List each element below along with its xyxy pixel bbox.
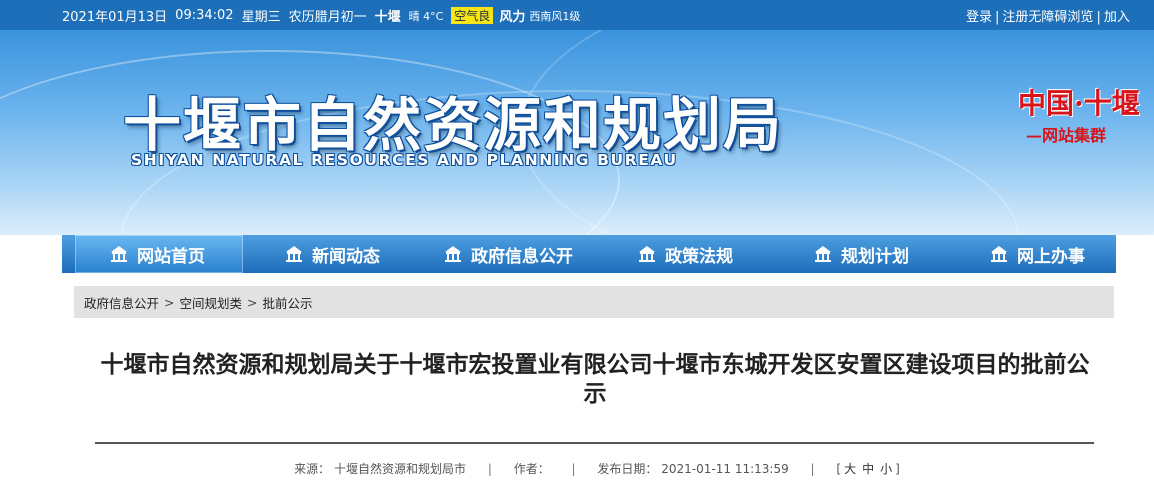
link-divider: | [995, 10, 1000, 25]
accessible-browse-link[interactable]: 无障碍浏览 [1028, 10, 1093, 25]
breadcrumb-item-gov-info[interactable]: 政府信息公开 [84, 293, 159, 312]
website-group-subtitle: —网站集群 [1026, 126, 1107, 145]
bracket-open: [ [836, 462, 842, 476]
login-link[interactable]: 登录 [966, 10, 992, 25]
author-label: 作者： [513, 462, 550, 476]
main-nav: 网站首页 新闻动态 政府信息公开 政策法规 规划计划 网上办事 [62, 235, 1116, 273]
weather-city: 十堰 [374, 10, 401, 25]
wind-label: 风力 [499, 10, 526, 25]
lunar-date: 农历腊月初一 [288, 10, 367, 25]
nav-label: 政府信息公开 [471, 246, 573, 267]
site-logo-subtitle: SHIYAN NATURAL RESOURCES AND PLANNING BU… [131, 151, 678, 169]
date-weather-info: 2021年01月13日 09:34:02 星期三 农历腊月初一 十堰 晴 4°C… [62, 6, 588, 25]
building-icon [813, 244, 833, 264]
breadcrumb-separator: > [164, 294, 175, 310]
building-icon [284, 244, 304, 264]
site-banner: 十堰市自然资源和规划局 SHIYAN NATURAL RESOURCES AND… [0, 30, 1154, 235]
weather-text: 晴 4°C [408, 9, 444, 23]
font-size-small[interactable]: 小 [880, 462, 892, 476]
user-links: 登录 | 注册无障碍浏览 | 加入 [966, 6, 1130, 25]
meta-divider: | [810, 462, 815, 476]
link-divider: | [1096, 10, 1101, 25]
website-group-link[interactable]: 中国·十堰 —网站集群 [1018, 82, 1140, 146]
wind-value: 西南风1级 [529, 9, 581, 23]
nav-item-planning[interactable]: 规划计划 [813, 235, 909, 273]
breadcrumb-item-pre-approval[interactable]: 批前公示 [263, 293, 313, 312]
publish-date-value: 2021-01-11 11:13:59 [661, 462, 789, 476]
nav-item-policy[interactable]: 政策法规 [637, 235, 733, 273]
nav-label: 新闻动态 [312, 246, 380, 267]
breadcrumb-separator: > [247, 294, 258, 310]
building-icon [637, 244, 657, 264]
nav-label: 网上办事 [1017, 246, 1085, 267]
source-value: 十堰自然资源和规划局市 [333, 462, 466, 476]
title-divider [95, 442, 1094, 444]
nav-label: 网站首页 [137, 246, 205, 267]
nav-item-gov-info[interactable]: 政府信息公开 [443, 235, 573, 273]
breadcrumb-item-spatial-planning[interactable]: 空间规划类 [180, 293, 243, 312]
air-quality-badge: 空气良 [451, 7, 494, 24]
nav-label: 规划计划 [841, 246, 909, 267]
nav-item-home[interactable]: 网站首页 [75, 235, 243, 273]
bracket-close: ] [895, 462, 900, 476]
site-logo-title[interactable]: 十堰市自然资源和规划局 [123, 78, 783, 162]
current-time: 09:34:02 [175, 8, 234, 23]
weekday: 星期三 [241, 10, 281, 25]
meta-divider: | [571, 462, 576, 476]
font-size-large[interactable]: 大 [844, 462, 856, 476]
breadcrumb: 政府信息公开 > 空间规划类 > 批前公示 [74, 286, 1114, 318]
current-date: 2021年01月13日 [62, 10, 168, 25]
top-info-bar: 2021年01月13日 09:34:02 星期三 农历腊月初一 十堰 晴 4°C… [0, 0, 1154, 30]
nav-label: 政策法规 [665, 246, 733, 267]
building-icon [989, 244, 1009, 264]
website-group-title: 中国·十堰 [1018, 87, 1140, 120]
article-title: 十堰市自然资源和规划局关于十堰市宏投置业有限公司十堰市东城开发区安置区建设项目的… [100, 352, 1090, 407]
nav-item-news[interactable]: 新闻动态 [284, 235, 380, 273]
font-size-medium[interactable]: 中 [862, 462, 874, 476]
add-favorite-link[interactable]: 加入 [1104, 10, 1130, 25]
meta-divider: | [487, 462, 492, 476]
article-meta: 来源： 十堰自然资源和规划局市 | 作者： | 发布日期： 2021-01-11… [0, 460, 1154, 477]
font-size-switcher: [大中小] [836, 462, 899, 476]
register-link[interactable]: 注册 [1002, 10, 1028, 25]
nav-item-online-service[interactable]: 网上办事 [989, 235, 1085, 273]
building-icon [109, 244, 129, 264]
publish-date-label: 发布日期： [597, 462, 658, 476]
building-icon [443, 244, 463, 264]
source-label: 来源： [294, 462, 331, 476]
